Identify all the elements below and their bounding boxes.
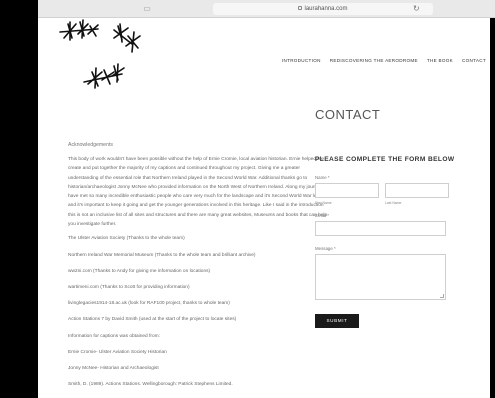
list-item: Action Stations 7 by David Smith (used a… bbox=[68, 317, 237, 323]
browser-toolbar: ▭ laurahanna.com ↻ bbox=[38, 0, 495, 18]
email-label: Email * bbox=[315, 213, 329, 218]
first-name-label: First Name bbox=[315, 201, 332, 205]
sidebar-toggle-icon[interactable]: ▭ bbox=[142, 4, 152, 14]
reload-icon[interactable]: ↻ bbox=[413, 3, 420, 15]
contact-form: PLEASE COMPLETE THE FORM BELOW Name * Fi… bbox=[315, 156, 490, 328]
name-row: First Name Last Name bbox=[315, 183, 490, 205]
message-label: Message * bbox=[315, 246, 336, 251]
address-bar[interactable]: laurahanna.com bbox=[213, 3, 433, 15]
last-name-label: Last Name bbox=[385, 201, 402, 205]
nav-rediscovering-the-aerodrome[interactable]: REDISCOVERING THE AERODROME bbox=[330, 58, 418, 63]
list-item: wartimeni.com (Thanks to Scott for provi… bbox=[68, 284, 190, 290]
acknowledgements-paragraph: This body of work wouldn't have been pos… bbox=[68, 157, 328, 228]
screen: ▭ laurahanna.com ↻ INTRODUCTION REDISCOV… bbox=[0, 0, 495, 398]
list-item: The Ulster Aviation Society (Thanks to t… bbox=[68, 236, 185, 242]
email-input[interactable] bbox=[315, 221, 446, 236]
email-block: Email * bbox=[315, 213, 490, 236]
list-item: Smith, D. (1989). Actions Stations. Well… bbox=[68, 382, 233, 388]
list-item: ww2ni.com (Thanks to Andy for giving me … bbox=[68, 268, 211, 274]
last-name-input[interactable] bbox=[385, 183, 449, 198]
form-heading: PLEASE COMPLETE THE FORM BELOW bbox=[315, 156, 455, 163]
name-label: Name * bbox=[315, 175, 330, 180]
list-item: Northern Ireland War Memorial Museum (Th… bbox=[68, 252, 256, 258]
nav-contact[interactable]: CONTACT bbox=[462, 58, 486, 63]
main-nav: INTRODUCTION REDISCOVERING THE AERODROME… bbox=[282, 58, 486, 63]
site-logo[interactable] bbox=[58, 18, 163, 98]
list-item: Ernie Cromie- Ulster Aviation Society Hi… bbox=[68, 349, 167, 355]
acknowledgements-heading: Acknowledgements bbox=[68, 142, 113, 148]
list-item: Information for captions was obtained fr… bbox=[68, 333, 160, 339]
nav-the-book[interactable]: THE BOOK bbox=[427, 58, 453, 63]
submit-button[interactable]: SUBMIT bbox=[315, 314, 359, 328]
message-block: Message * bbox=[315, 246, 490, 300]
message-textarea[interactable] bbox=[315, 254, 446, 300]
list-item: livinglegacies1914-18.ac.uk (look for RA… bbox=[68, 301, 230, 307]
page-title: CONTACT bbox=[315, 107, 381, 122]
last-name-column: Last Name bbox=[385, 183, 449, 205]
resize-handle[interactable] bbox=[440, 294, 444, 298]
acknowledgements-section: Acknowledgements This body of work would… bbox=[68, 142, 330, 398]
first-name-input[interactable] bbox=[315, 183, 379, 198]
nav-introduction[interactable]: INTRODUCTION bbox=[282, 58, 321, 63]
first-name-column: First Name bbox=[315, 183, 379, 205]
list-item: Jonny McNee- Historian and Archaeologist bbox=[68, 365, 159, 371]
web-page: INTRODUCTION REDISCOVERING THE AERODROME… bbox=[38, 18, 490, 398]
lock-icon bbox=[298, 6, 303, 11]
address-text: laurahanna.com bbox=[304, 6, 348, 12]
